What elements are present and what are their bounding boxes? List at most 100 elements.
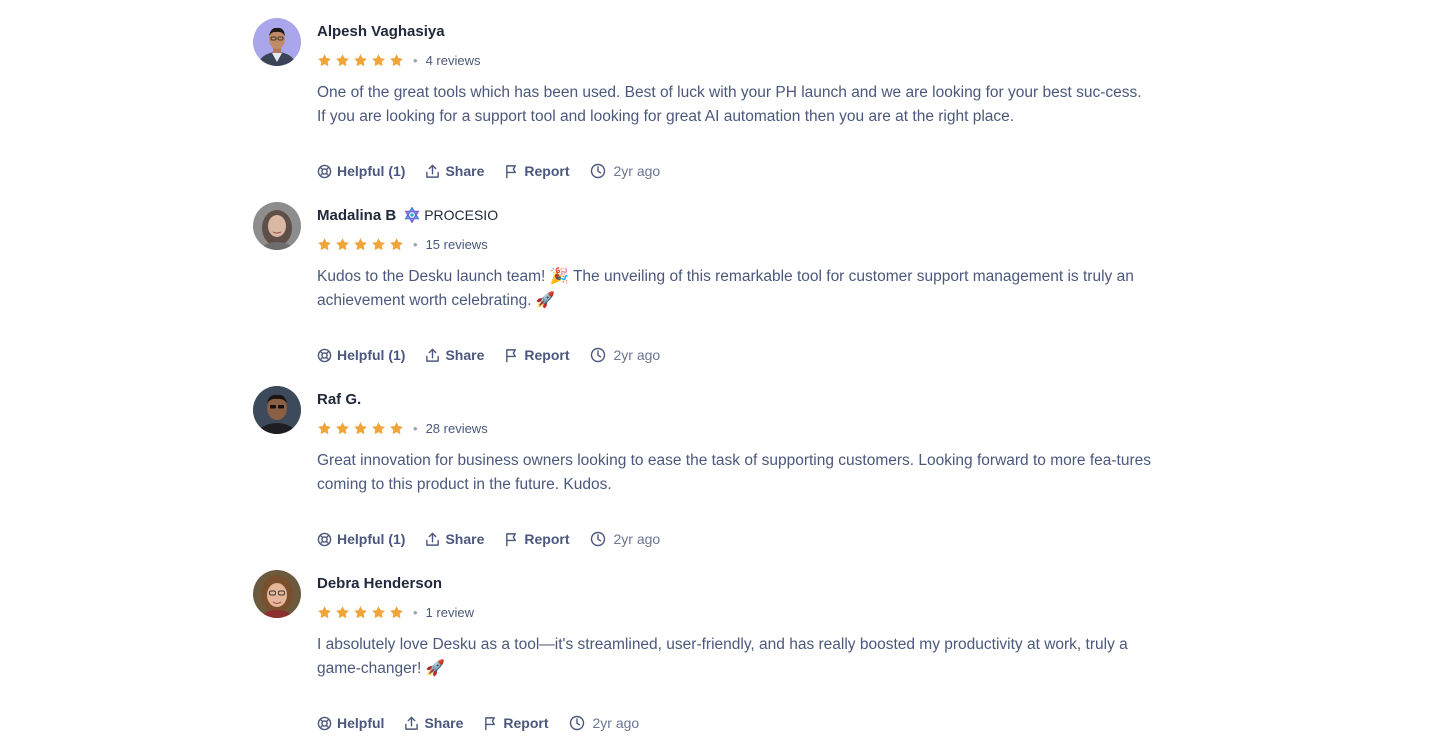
timestamp[interactable]: 2yr ago — [590, 163, 661, 179]
reviews-count[interactable]: 15 reviews — [426, 237, 488, 252]
separator-dot: • — [413, 604, 418, 620]
report-label: Report — [524, 347, 570, 363]
lifebuoy-icon — [317, 164, 332, 178]
avatar[interactable] — [253, 202, 301, 250]
report-label: Report — [524, 163, 570, 179]
separator-dot: • — [413, 236, 418, 252]
report-button[interactable]: Report — [483, 715, 549, 731]
lifebuoy-icon — [317, 348, 332, 362]
share-icon — [426, 532, 440, 546]
separator-dot: • — [413, 52, 418, 68]
share-icon — [405, 716, 419, 730]
avatar[interactable] — [253, 570, 301, 618]
helpful-button[interactable]: Helpful — [317, 715, 384, 731]
flag-icon — [485, 716, 496, 730]
review-actions: Helpful Share Report 2yr ago — [317, 715, 659, 731]
helpful-button[interactable]: Helpful (1) — [317, 347, 405, 363]
time-label: 2yr ago — [613, 163, 661, 179]
star-rating — [317, 605, 404, 620]
star-icon — [336, 421, 349, 434]
report-button[interactable]: Report — [504, 347, 570, 363]
star-icon — [372, 237, 385, 250]
share-button[interactable]: Share — [425, 347, 484, 363]
clock-icon — [590, 347, 605, 363]
review-text: One of the great tools which has been us… — [317, 84, 1142, 125]
star-icon — [336, 53, 349, 66]
flag-icon — [506, 532, 517, 546]
share-button[interactable]: Share — [425, 163, 484, 179]
helpful-label: Helpful (1) — [337, 163, 406, 179]
share-button[interactable]: Share — [404, 715, 463, 731]
review-item: Debra Henderson • 1 review I absolutely … — [253, 570, 1153, 754]
helpful-label: Helpful (1) — [337, 531, 406, 547]
star-icon — [336, 605, 349, 618]
star-rating — [317, 237, 404, 252]
clock-icon — [569, 715, 584, 731]
star-rating — [317, 53, 404, 68]
avatar[interactable] — [253, 386, 301, 434]
report-label: Report — [524, 531, 570, 547]
review-actions: Helpful (1) Share Report 2yr ago — [317, 347, 680, 363]
star-icon — [318, 421, 331, 434]
review-text: I absolutely love Desku as a tool—it's s… — [317, 636, 1128, 677]
review-text: Kudos to the Desku launch team! 🎉 The un… — [317, 268, 1134, 309]
star-icon — [336, 237, 349, 250]
company-name: PROCESIO — [424, 207, 499, 223]
helpful-button[interactable]: Helpful (1) — [317, 163, 405, 179]
star-icon — [372, 605, 385, 618]
share-label: Share — [424, 715, 464, 731]
review-item: Madalina B PROCESIO • 15 reviews Kudos t… — [253, 202, 1153, 386]
time-label: 2yr ago — [592, 715, 640, 731]
reviewer-name[interactable]: Madalina B — [317, 207, 396, 224]
star-icon — [318, 237, 331, 250]
review-item: Raf G. • 28 reviews Great innovation for… — [253, 386, 1153, 570]
helpful-button[interactable]: Helpful (1) — [317, 531, 405, 547]
timestamp[interactable]: 2yr ago — [590, 531, 661, 547]
review-item: Alpesh Vaghasiya • 4 reviews One of the … — [253, 18, 1153, 202]
reviews-count[interactable]: 4 reviews — [426, 53, 481, 68]
star-icon — [390, 53, 403, 66]
star-icon — [390, 421, 403, 434]
flag-icon — [506, 164, 517, 178]
review-actions: Helpful (1) Share Report 2yr ago — [317, 531, 680, 547]
report-button[interactable]: Report — [504, 163, 570, 179]
share-icon — [426, 164, 440, 178]
company-badge[interactable]: PROCESIO — [404, 207, 498, 223]
time-label: 2yr ago — [613, 531, 661, 547]
report-button[interactable]: Report — [504, 531, 570, 547]
star-icon — [354, 605, 367, 618]
timestamp[interactable]: 2yr ago — [590, 347, 661, 363]
procesio-logo-icon — [404, 207, 420, 223]
report-label: Report — [503, 715, 549, 731]
star-icon — [354, 421, 367, 434]
timestamp[interactable]: 2yr ago — [569, 715, 640, 731]
reviews-count[interactable]: 28 reviews — [426, 421, 488, 436]
helpful-label: Helpful — [337, 715, 385, 731]
time-label: 2yr ago — [613, 347, 661, 363]
flag-icon — [506, 348, 517, 362]
share-button[interactable]: Share — [425, 531, 484, 547]
star-icon — [372, 53, 385, 66]
reviewer-name[interactable]: Debra Henderson — [317, 575, 442, 592]
avatar[interactable] — [253, 18, 301, 66]
share-label: Share — [445, 531, 485, 547]
reviewer-name[interactable]: Alpesh Vaghasiya — [317, 23, 445, 40]
star-rating — [317, 421, 404, 436]
star-icon — [372, 421, 385, 434]
share-icon — [426, 348, 440, 362]
separator-dot: • — [413, 420, 418, 436]
share-label: Share — [445, 163, 485, 179]
clock-icon — [590, 163, 605, 179]
star-icon — [354, 53, 367, 66]
helpful-label: Helpful (1) — [337, 347, 406, 363]
star-icon — [390, 237, 403, 250]
star-icon — [390, 605, 403, 618]
reviewer-name[interactable]: Raf G. — [317, 391, 361, 408]
review-text: Great innovation for business owners loo… — [317, 452, 1151, 493]
reviews-count[interactable]: 1 review — [426, 605, 474, 620]
review-actions: Helpful (1) Share Report 2yr ago — [317, 163, 680, 179]
star-icon — [354, 237, 367, 250]
star-icon — [318, 53, 331, 66]
clock-icon — [590, 531, 605, 547]
share-label: Share — [445, 347, 485, 363]
